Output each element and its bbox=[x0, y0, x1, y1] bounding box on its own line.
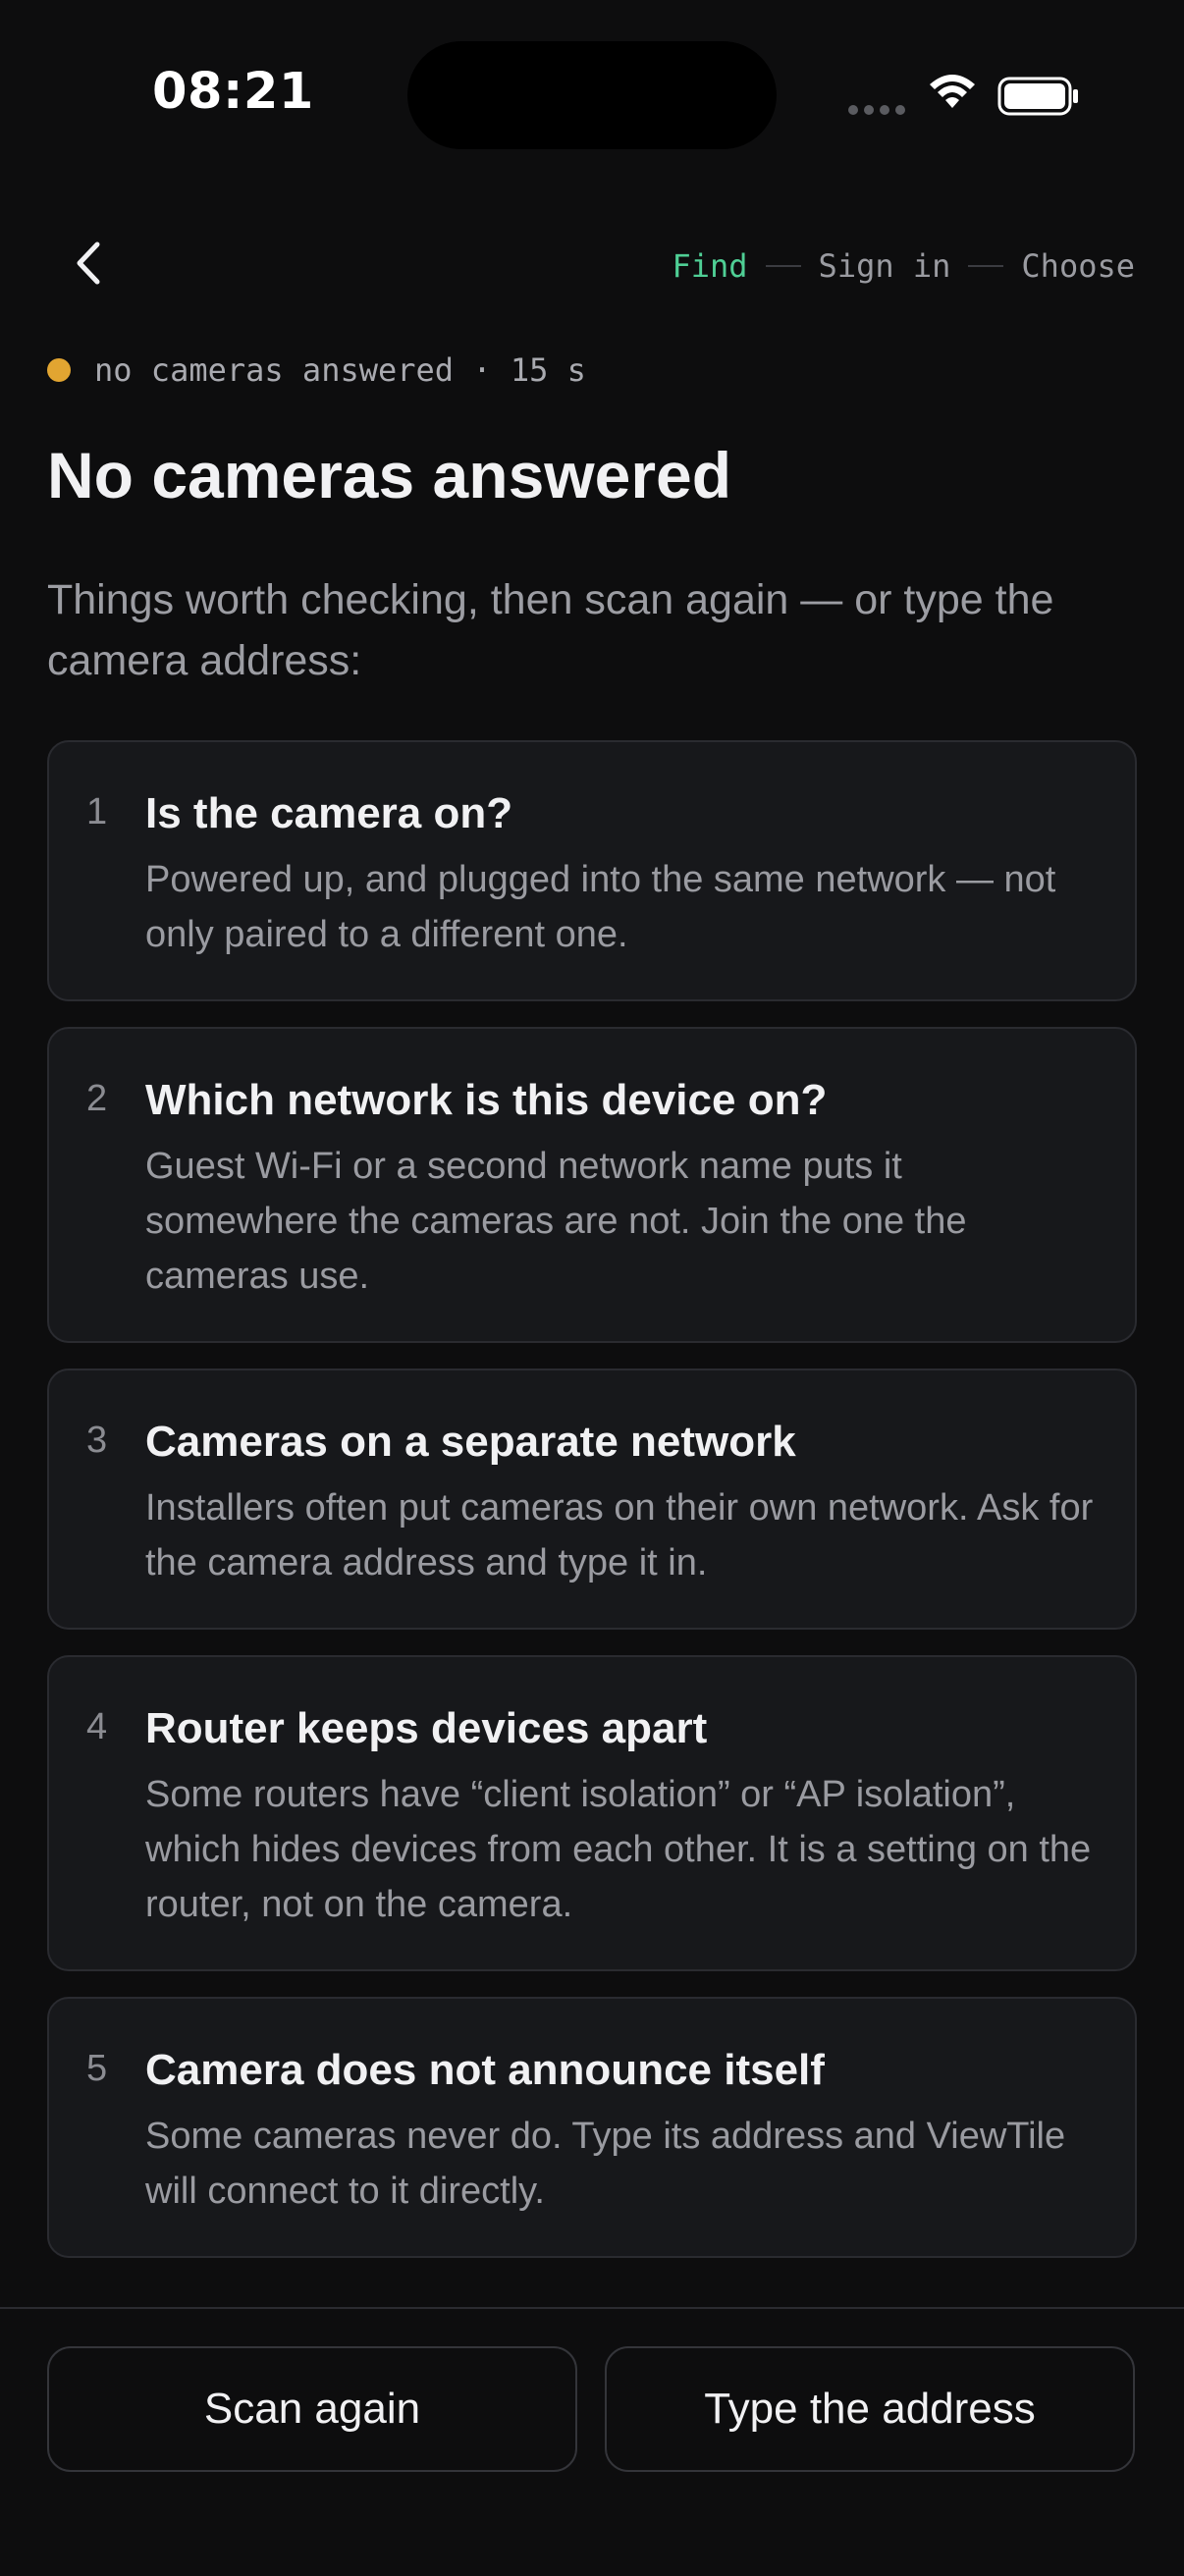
status-bar: 08:21 bbox=[0, 0, 1184, 196]
cellular-signal-icon bbox=[848, 105, 905, 115]
intro-text: Things worth checking, then scan again —… bbox=[47, 576, 1054, 684]
type-address-button[interactable]: Type the address bbox=[605, 2346, 1135, 2472]
item-number: 4 bbox=[86, 1706, 108, 1747]
wifi-icon bbox=[930, 75, 975, 108]
dynamic-island bbox=[407, 41, 777, 149]
item-number: 1 bbox=[86, 791, 108, 832]
scan-status: no cameras answered · 15 s bbox=[47, 351, 586, 389]
top-navigation: Find Sign in Choose bbox=[0, 226, 1184, 304]
item-description: Some cameras never do. Type its address … bbox=[145, 2116, 1066, 2212]
checklist-item: 2 Which network is this device on? Guest… bbox=[47, 1027, 1137, 1343]
item-description: Some routers have “client isolation” or … bbox=[145, 1774, 1092, 1925]
status-time: 08:21 bbox=[152, 63, 314, 121]
item-number: 5 bbox=[86, 2048, 108, 2089]
checklist-item: 5 Camera does not announce itself Some c… bbox=[47, 1997, 1137, 2258]
item-title: Camera does not announce itself bbox=[145, 2046, 825, 2094]
bottom-action-bar: Scan again Type the address bbox=[0, 2307, 1184, 2576]
item-description: Guest Wi-Fi or a second network name put… bbox=[145, 1146, 967, 1297]
item-title: Cameras on a separate network bbox=[145, 1418, 796, 1466]
scan-status-text: no cameras answered · 15 s bbox=[94, 351, 586, 389]
step-find: Find bbox=[672, 247, 748, 285]
item-description: Powered up, and plugged into the same ne… bbox=[145, 859, 1056, 955]
checklist-item: 1 Is the camera on? Powered up, and plug… bbox=[47, 740, 1137, 1001]
back-button[interactable] bbox=[59, 234, 118, 293]
item-number: 2 bbox=[86, 1078, 108, 1119]
step-choose: Choose bbox=[1021, 247, 1135, 285]
chevron-left-icon bbox=[77, 242, 100, 285]
scan-again-button[interactable]: Scan again bbox=[47, 2346, 577, 2472]
item-number: 3 bbox=[86, 1420, 108, 1461]
item-title: Which network is this device on? bbox=[145, 1076, 828, 1124]
item-title: Router keeps devices apart bbox=[145, 1704, 708, 1752]
item-description: Installers often put cameras on their ow… bbox=[145, 1487, 1094, 1583]
checklist-item: 4 Router keeps devices apart Some router… bbox=[47, 1655, 1137, 1971]
step-separator bbox=[968, 265, 1004, 267]
page-title: No cameras answered bbox=[47, 439, 732, 511]
step-sign-in: Sign in bbox=[818, 247, 951, 285]
checklist-item: 3 Cameras on a separate network Installe… bbox=[47, 1368, 1137, 1630]
step-separator bbox=[765, 265, 801, 267]
battery-icon bbox=[997, 77, 1078, 116]
troubleshooting-checklist: 1 Is the camera on? Powered up, and plug… bbox=[47, 740, 1137, 2283]
item-title: Is the camera on? bbox=[145, 789, 513, 837]
status-dot-icon bbox=[47, 358, 71, 382]
step-indicator: Find Sign in Choose bbox=[672, 247, 1135, 285]
